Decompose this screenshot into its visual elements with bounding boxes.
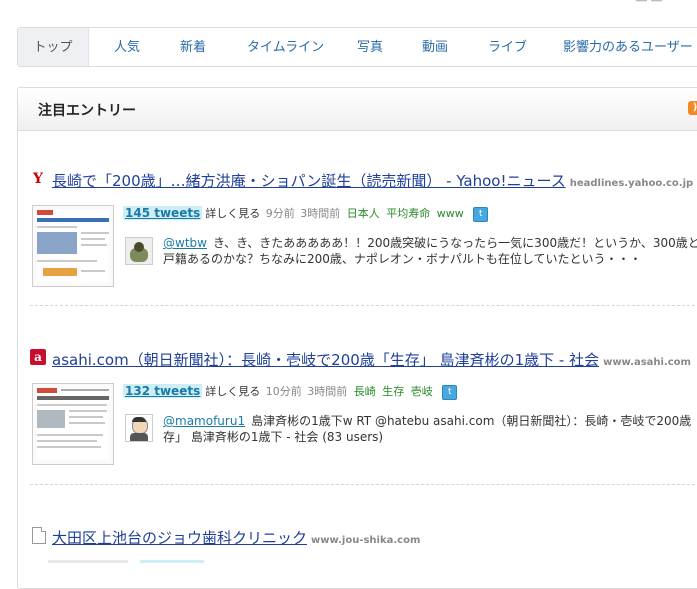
featured-entries-panel: 注目エントリー ) — [17, 87, 697, 589]
tag-link[interactable]: 壱岐 — [411, 385, 433, 398]
tag-link[interactable]: 長崎 — [354, 385, 376, 398]
tweet-count-link[interactable]: 145 tweets — [123, 206, 203, 220]
entry-divider — [30, 305, 697, 306]
tweet-user-link[interactable]: @wtbw — [163, 236, 207, 250]
header-decoration-fragment: ▀ ▀ — [636, 0, 662, 10]
entry-domain: headlines.yahoo.co.jp — [569, 178, 694, 189]
tab-live[interactable]: ライブ — [488, 28, 527, 66]
page-thumbnail[interactable] — [32, 205, 114, 287]
entry-title-link[interactable]: 大田区上池台のジョウ歯科クリニック www.jou-shika.com — [52, 527, 420, 548]
tag-link[interactable]: www — [437, 207, 464, 220]
tag-link[interactable]: 平均寿命 — [386, 207, 430, 220]
document-favicon-icon — [32, 527, 46, 544]
header-logo-fragment: ▀▀ ▀▀▀ — [318, 0, 478, 11]
yahoo-favicon-icon: Y — [33, 171, 43, 187]
tab-popular[interactable]: 人気 — [114, 28, 140, 66]
tab-photos[interactable]: 写真 — [357, 28, 383, 66]
entry-divider — [30, 484, 697, 485]
twitter-bird-icon[interactable]: t — [473, 206, 489, 222]
tag-link[interactable]: 生存 — [382, 385, 404, 398]
rss-icon[interactable]: ) — [688, 101, 697, 115]
user-avatar[interactable] — [125, 414, 153, 442]
tab-influential-users[interactable]: 影響力のあるユーザー — [563, 28, 693, 66]
panel-header: 注目エントリー ) — [18, 88, 697, 131]
main-nav: トップ 人気 新着 タイムライン 写真 動画 ライブ 影響力のあるユーザー — [17, 27, 697, 67]
tweet-text: @mamofuru1 島津斉彬の1歳下w RT @hatebu asahi.com… — [163, 413, 697, 445]
entry-title-text[interactable]: 長崎で「200歳」…緒方洪庵・ショパン誕生（読売新聞） - Yahoo!ニュース — [52, 172, 566, 190]
tab-videos[interactable]: 動画 — [422, 28, 448, 66]
entry-title-text[interactable]: 大田区上池台のジョウ歯科クリニック — [52, 529, 307, 547]
section-title: 注目エントリー — [38, 103, 136, 119]
entry-meta: 132 tweets 詳しく見る 10分前 3時間前 長崎 生存 壱岐 t — [123, 383, 458, 400]
tab-new[interactable]: 新着 — [180, 28, 206, 66]
tweet-count-link[interactable]: 132 tweets — [123, 384, 203, 398]
tweet-user-link[interactable]: @mamofuru1 — [163, 414, 245, 428]
entry-title-link[interactable]: 長崎で「200歳」…緒方洪庵・ショパン誕生（読売新聞） - Yahoo!ニュース… — [52, 170, 693, 191]
page-thumbnail[interactable] — [32, 383, 114, 465]
time-latest: 9分前 — [265, 207, 295, 220]
detail-link[interactable]: 詳しく見る — [205, 207, 260, 220]
entry-domain: www.asahi.com — [603, 357, 691, 368]
asahi-favicon-icon: a — [30, 349, 46, 365]
entry-meta: 145 tweets 詳しく見る 9分前 3時間前 日本人 平均寿命 www t — [123, 205, 489, 222]
user-avatar[interactable] — [125, 237, 153, 265]
tab-top[interactable]: トップ — [18, 28, 89, 66]
tag-link[interactable]: 日本人 — [347, 207, 380, 220]
tweet-body: き、き、きたあああああ！！200歳突破にうなったら一気に300歳だ！というか、3… — [163, 236, 697, 266]
detail-link[interactable]: 詳しく見る — [205, 385, 260, 398]
tab-timeline[interactable]: タイムライン — [247, 28, 324, 66]
time-first: 3時間前 — [300, 207, 341, 220]
entry-title-link[interactable]: asahi.com（朝日新聞社）：長崎・壱岐で200歳「生存」 島津斉彬の1歳下… — [52, 349, 691, 370]
time-first: 3時間前 — [307, 385, 348, 398]
entry-domain: www.jou-shika.com — [311, 535, 421, 546]
entry-title-text[interactable]: asahi.com（朝日新聞社）：長崎・壱岐で200歳「生存」 島津斉彬の1歳下… — [52, 351, 599, 369]
tweet-text: @wtbw き、き、きたあああああ！！200歳突破にうなったら一気に300歳だ！と… — [163, 235, 697, 267]
twitter-bird-icon[interactable]: t — [442, 384, 458, 400]
time-latest: 10分前 — [265, 385, 302, 398]
